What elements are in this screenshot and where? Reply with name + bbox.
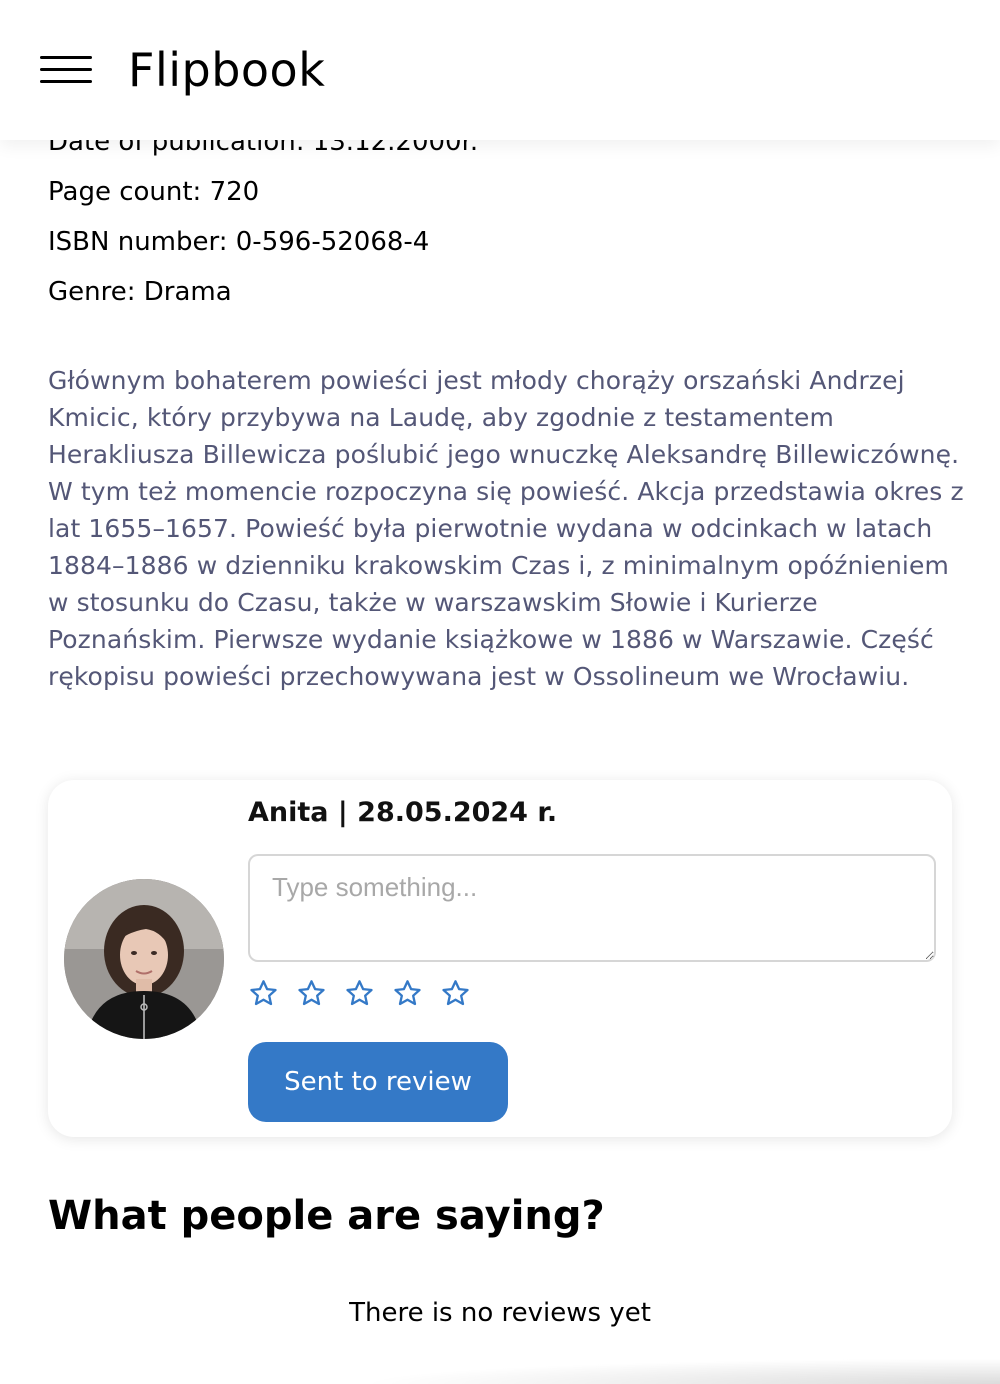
avatar-photo bbox=[64, 879, 224, 1039]
star-outline-icon[interactable] bbox=[440, 978, 471, 1009]
no-reviews-message: There is no reviews yet bbox=[349, 1298, 651, 1328]
star-rating bbox=[248, 978, 471, 1010]
star-outline-icon[interactable] bbox=[248, 978, 279, 1009]
user-avatar bbox=[64, 879, 224, 1039]
hamburger-menu-icon[interactable] bbox=[40, 56, 92, 86]
review-text-input[interactable] bbox=[248, 854, 936, 962]
app-header: Flipbook bbox=[0, 0, 1000, 140]
reviews-section-title: What people are saying? bbox=[48, 1193, 605, 1239]
star-outline-icon[interactable] bbox=[392, 978, 423, 1009]
page: Flipbook Date of publication: 13.12.2000… bbox=[0, 0, 1000, 1384]
genre: Genre: Drama bbox=[48, 277, 232, 307]
review-form-card: Anita | 28.05.2024 r. Sent to review bbox=[48, 780, 952, 1137]
hamburger-line bbox=[40, 56, 92, 59]
star-outline-icon[interactable] bbox=[296, 978, 327, 1009]
bottom-shadow bbox=[0, 1344, 1000, 1384]
review-author-date: Anita | 28.05.2024 r. bbox=[248, 797, 558, 828]
app-title[interactable]: Flipbook bbox=[128, 38, 325, 102]
hamburger-line bbox=[40, 80, 92, 83]
send-review-button[interactable]: Sent to review bbox=[248, 1042, 508, 1122]
book-description: Głównym bohaterem powieści jest młody ch… bbox=[48, 366, 964, 691]
hamburger-line bbox=[40, 68, 92, 71]
isbn-number: ISBN number: 0-596-52068-4 bbox=[48, 227, 430, 257]
page-count: Page count: 720 bbox=[48, 177, 260, 207]
star-outline-icon[interactable] bbox=[344, 978, 375, 1009]
